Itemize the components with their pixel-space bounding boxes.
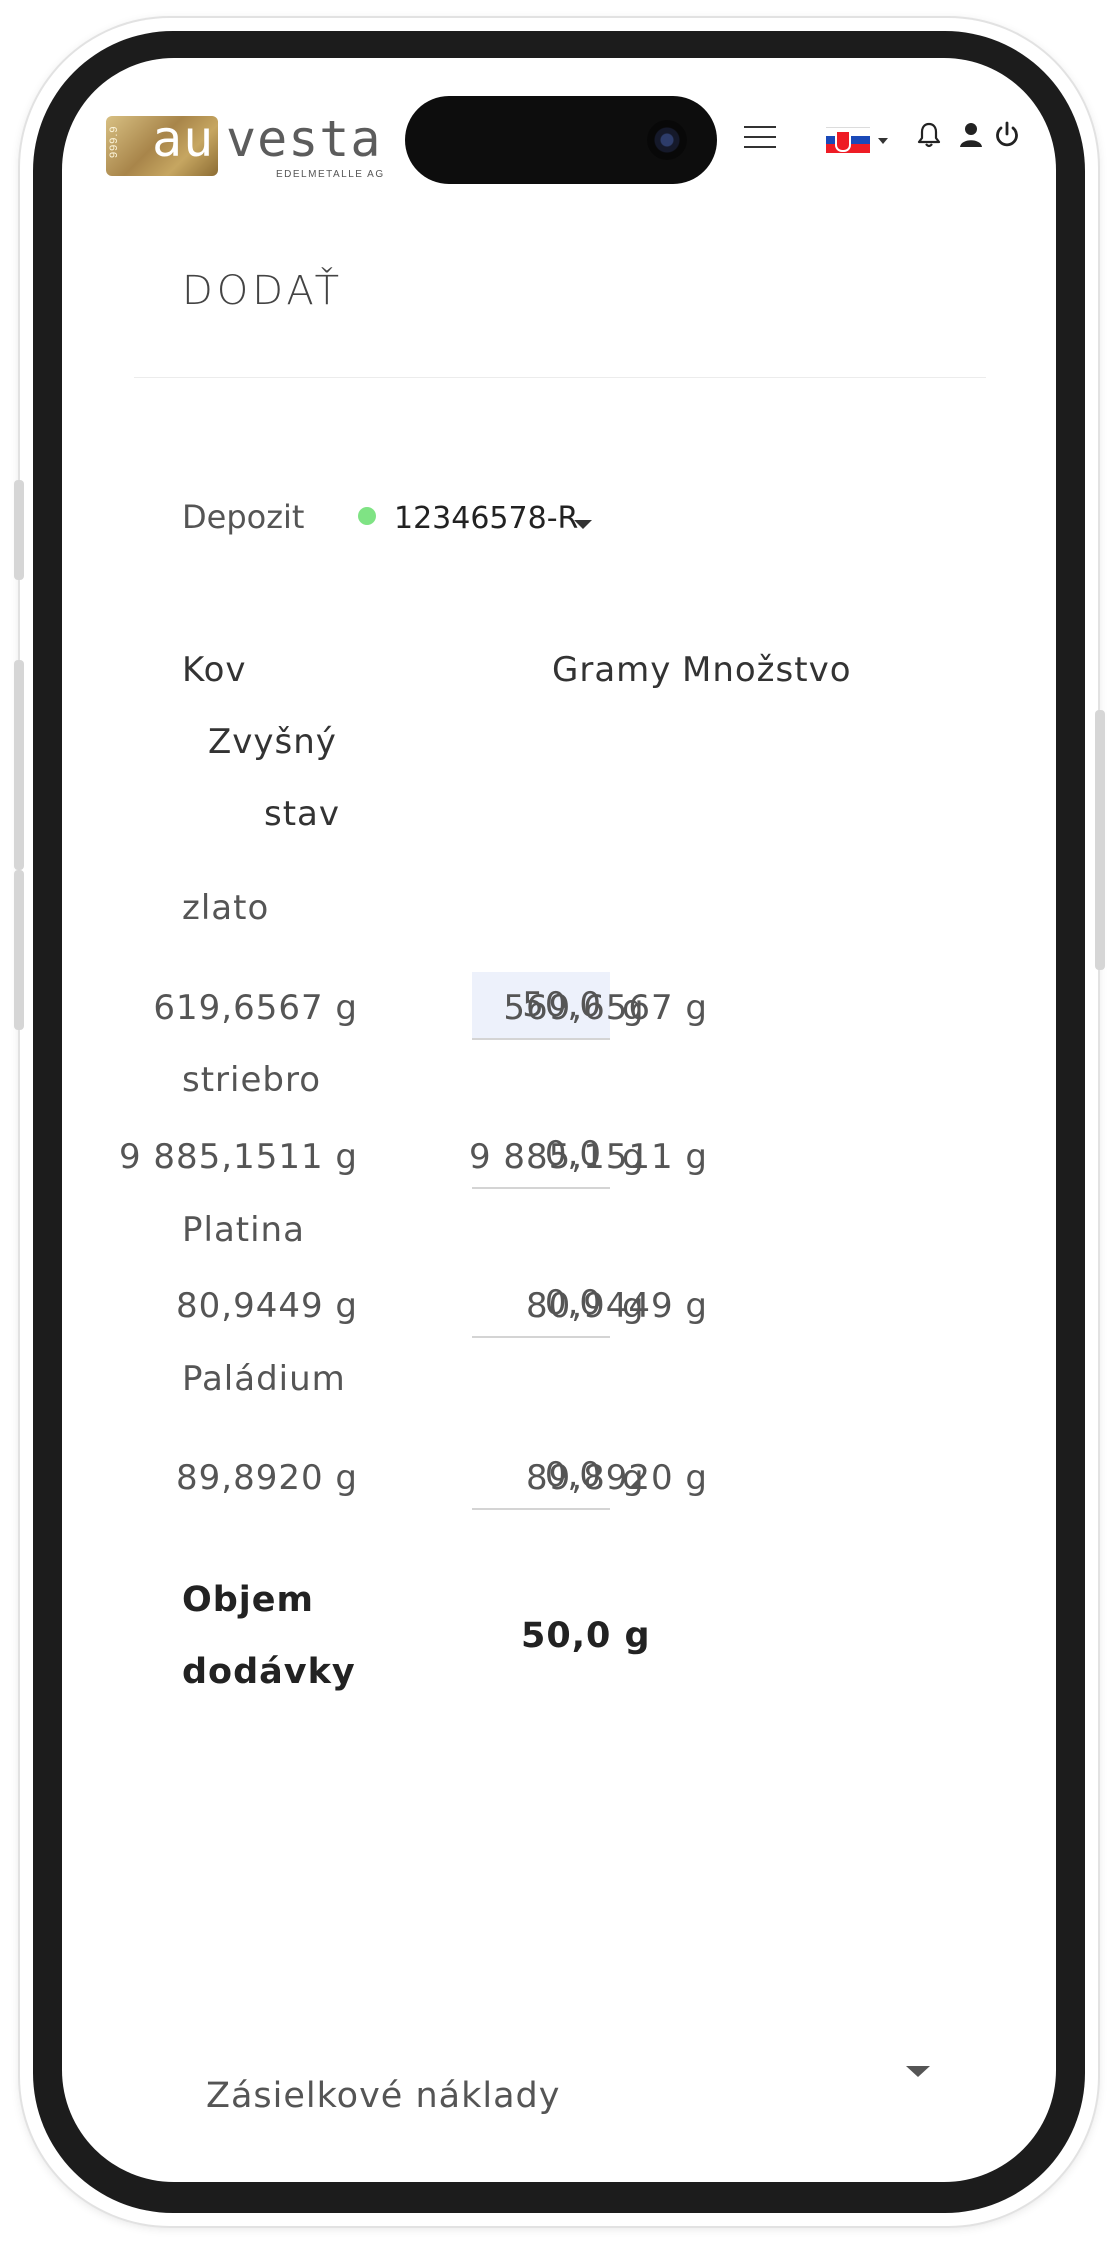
delivery-volume-label-line1: Objem: [182, 1580, 315, 1620]
page-title: DODAŤ: [182, 268, 344, 314]
menu-icon[interactable]: [744, 126, 776, 148]
metal-remaining: 80,9449 g: [526, 1286, 708, 1326]
column-header-quantity: Množstvo: [682, 650, 852, 690]
dynamic-island: [405, 96, 717, 184]
deposit-status-dot: [358, 507, 376, 525]
logo-purity-text: 999.9: [108, 125, 120, 158]
phone-side-button: [14, 660, 24, 870]
camera-icon: [647, 120, 687, 160]
phone-side-button: [1095, 710, 1105, 970]
phone-side-button: [14, 480, 24, 580]
metal-remaining: 89,8920 g: [526, 1458, 708, 1498]
delivery-volume-label-line2: dodávky: [182, 1652, 356, 1692]
auvesta-logo[interactable]: 999.9 au vesta EDELMETALLE AG: [106, 110, 383, 186]
phone-side-button: [14, 870, 24, 1030]
column-header-metal: Kov: [182, 650, 247, 690]
shipping-costs-toggle[interactable]: Zásielkové náklady: [206, 2076, 560, 2116]
metal-balance: 9 885,1511 g: [118, 1137, 358, 1177]
bell-icon[interactable]: [916, 121, 942, 149]
column-header-grams: Gramy: [552, 650, 672, 690]
slovak-flag-icon[interactable]: [826, 127, 870, 153]
power-icon[interactable]: [994, 121, 1020, 149]
delivery-volume-value: 50,0 g: [521, 1616, 651, 1656]
deposit-select[interactable]: 12346578-R: [394, 501, 578, 536]
deposit-chevron-down-icon[interactable]: [574, 520, 592, 529]
language-chevron-down-icon[interactable]: [878, 138, 888, 144]
metal-name: zlato: [182, 888, 270, 928]
deposit-label: Depozit: [182, 498, 305, 536]
metal-name: striebro: [182, 1060, 322, 1100]
metal-remaining: 9 885,1511 g: [468, 1137, 708, 1177]
logo-au-text: au: [152, 110, 215, 168]
column-header-remaining-line1: Zvyšný: [208, 722, 337, 762]
metal-name: Paládium: [182, 1359, 346, 1399]
column-header-remaining-line2: stav: [264, 794, 341, 834]
metal-remaining: 569,6567 g: [503, 988, 708, 1028]
metal-balance: 80,9449 g: [176, 1286, 358, 1326]
shipping-chevron-down-icon[interactable]: [906, 2066, 930, 2077]
user-icon[interactable]: [958, 121, 984, 149]
metal-name: Platina: [182, 1210, 305, 1250]
logo-subtitle: EDELMETALLE AG: [276, 169, 385, 180]
metal-balance: 89,8920 g: [176, 1458, 358, 1498]
logo-vesta-text: vesta: [226, 110, 382, 168]
metal-balance: 619,6567 g: [153, 988, 358, 1028]
screen: 999.9 au vesta EDELMETALLE AG DODAŤ Depo…: [62, 58, 1056, 2182]
divider: [134, 377, 986, 378]
